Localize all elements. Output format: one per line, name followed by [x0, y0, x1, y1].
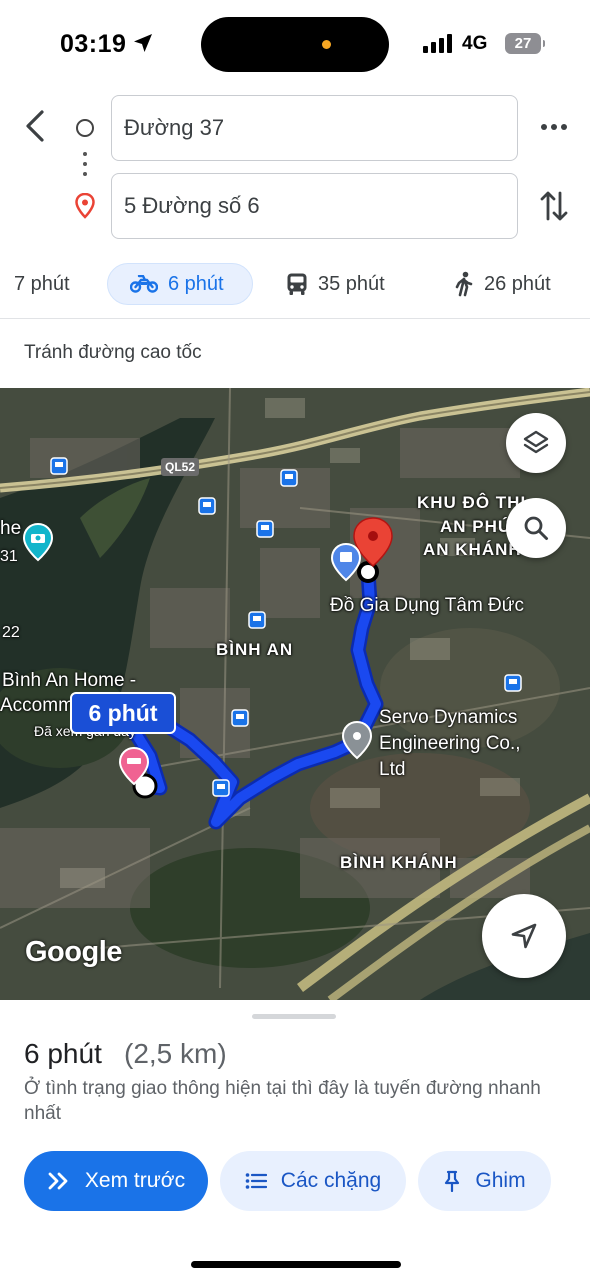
map-label-an-phu: AN PHÚ — [440, 517, 512, 536]
preview-button[interactable]: Xem trước — [24, 1151, 208, 1211]
map-label-khu-do-thi: KHU ĐÔ THỊ — [417, 493, 527, 512]
pin-button-label: Ghim — [475, 1169, 526, 1192]
layers-button[interactable] — [506, 413, 566, 473]
network-type: 4G — [462, 33, 488, 54]
google-attribution: Google — [25, 936, 122, 968]
location-arrow-icon — [134, 34, 152, 52]
status-time: 03:19 — [60, 30, 127, 58]
route-bottom-sheet: 6 phút (2,5 km) Ở tình trạng giao thông … — [0, 1000, 590, 1280]
tab-transit[interactable]: 35 phút — [286, 262, 385, 306]
motorbike-icon — [130, 275, 158, 293]
edge-label-he: he — [0, 518, 22, 539]
sheet-drag-handle[interactable] — [252, 1014, 336, 1019]
destination-field[interactable]: 5 Đường số 6 — [111, 173, 518, 239]
edge-label-22: 22 — [2, 624, 20, 641]
road-badge-ql52: QL52 — [161, 458, 200, 476]
route-eta-chip[interactable]: 6 phút — [70, 692, 176, 734]
tab-walk[interactable]: 26 phút — [454, 262, 551, 306]
battery-indicator: 27 — [505, 33, 545, 54]
privacy-dot-icon — [322, 40, 331, 49]
list-icon — [245, 1173, 267, 1189]
tab-car-label: 7 phút — [14, 272, 70, 295]
poi-label-servo-line2[interactable]: Engineering Co., — [379, 733, 521, 755]
route-description: Ở tình trạng giao thông hiện tại thì đây… — [24, 1078, 541, 1124]
poi-label-servo-line3[interactable]: Ltd — [379, 759, 405, 781]
search-icon — [524, 516, 548, 540]
transit-icon — [287, 273, 307, 295]
route-dots-icon — [83, 152, 87, 182]
origin-circle-icon — [76, 119, 94, 137]
recenter-button[interactable] — [482, 894, 566, 978]
tab-motorbike[interactable]: 6 phút — [107, 263, 253, 305]
layers-icon — [523, 430, 549, 454]
divider — [0, 318, 590, 319]
poi-label-binh-an-home-line2[interactable]: Accomm — [0, 695, 74, 717]
origin-field[interactable]: Đường 37 — [111, 95, 518, 161]
status-bar: 03:19 4G 27 — [0, 0, 590, 90]
steps-button[interactable]: Các chặng — [220, 1151, 406, 1211]
preview-button-label: Xem trước — [84, 1169, 186, 1192]
map-search-button[interactable] — [506, 498, 566, 558]
map-label-an-khanh: AN KHÁNH — [423, 540, 522, 559]
cellular-signal-icon — [423, 34, 452, 53]
travel-mode-tabs: 7 phút 6 phút 35 phút 26 phút — [0, 258, 590, 310]
home-indicator[interactable] — [191, 1261, 401, 1268]
double-chevron-icon — [48, 1172, 68, 1190]
poi-label-binh-an-home-line1[interactable]: Bình An Home - — [2, 670, 136, 692]
poi-label-servo-line1[interactable]: Servo Dynamics — [379, 707, 517, 729]
tab-walk-label: 26 phút — [484, 272, 551, 295]
pin-icon — [445, 1170, 460, 1192]
steps-button-label: Các chặng — [280, 1169, 382, 1192]
poi-label-tam-duc[interactable]: Đồ Gia Dụng Tâm Đức — [330, 595, 524, 617]
route-option-text[interactable]: Tránh đường cao tốc — [24, 342, 202, 364]
more-options-icon[interactable] — [540, 117, 568, 137]
tab-motorbike-label: 6 phút — [168, 272, 224, 295]
pin-button[interactable]: Ghim — [418, 1151, 551, 1211]
swap-direction-icon[interactable] — [540, 189, 568, 223]
tab-transit-label: 35 phút — [318, 272, 385, 295]
map-label-binh-an: BÌNH AN — [216, 640, 294, 659]
dynamic-island — [201, 17, 389, 72]
edge-label-31: 31 — [0, 548, 18, 565]
map-label-binh-khanh: BÌNH KHÁNH — [340, 853, 458, 872]
walk-icon — [455, 271, 473, 297]
tab-car[interactable]: 7 phút — [14, 262, 70, 306]
destination-pin-icon — [75, 193, 95, 219]
navigation-arrow-icon — [511, 923, 537, 949]
back-arrow-icon[interactable] — [18, 106, 52, 146]
map-view[interactable]: QL52 BÌNH AN BÌNH KHÁNH KHU ĐÔ THỊ AN PH… — [0, 388, 590, 1000]
route-distance: (2,5 km) — [124, 1038, 227, 1069]
route-duration: 6 phút — [24, 1038, 102, 1069]
